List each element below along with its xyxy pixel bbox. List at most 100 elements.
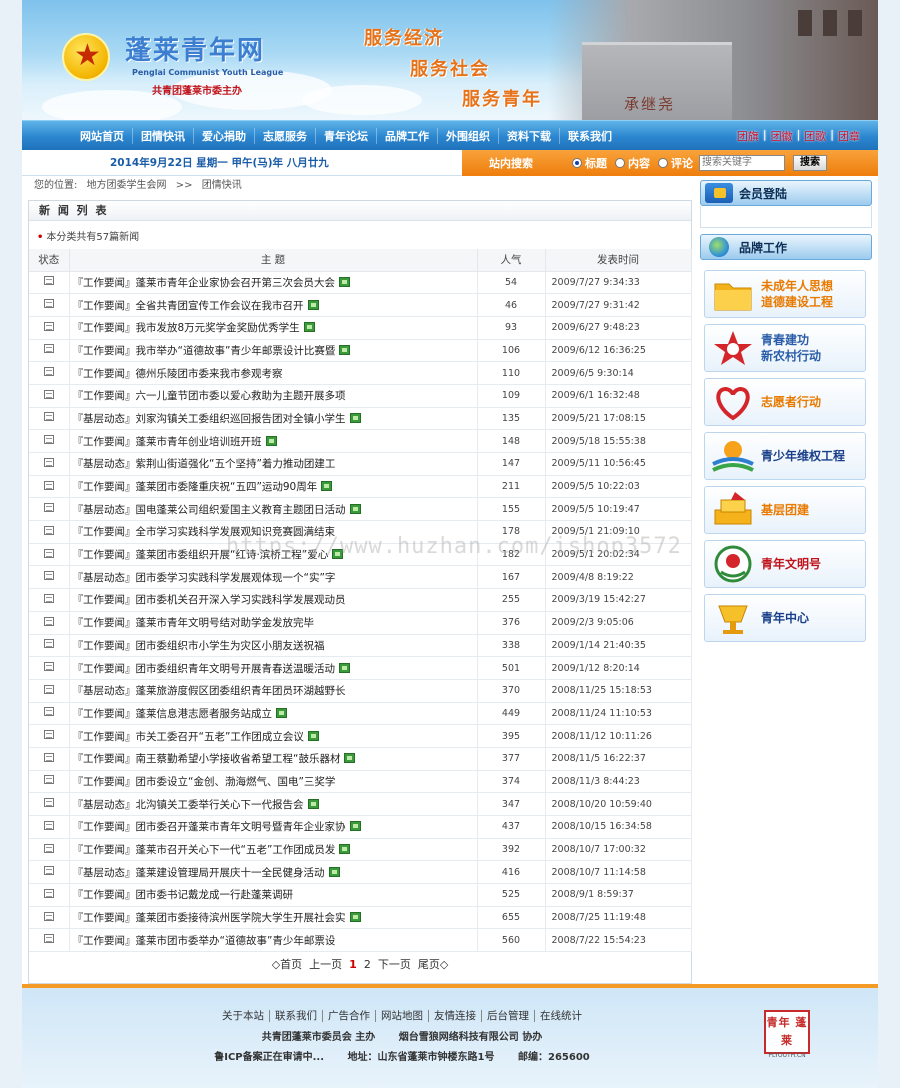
brand-item-2[interactable]: 志愿者行动: [704, 378, 866, 426]
nav-item-3[interactable]: 志愿服务: [255, 127, 316, 144]
news-title[interactable]: 我市发放8万元奖学金奖励优秀学生: [136, 322, 300, 334]
nav-item-2[interactable]: 爱心捐助: [194, 127, 255, 144]
title-cell[interactable]: 『基层动态』蓬莱旅游度假区团委组织青年团员环湖越野长: [69, 679, 478, 703]
search-radio-0[interactable]: 标题: [572, 155, 607, 171]
title-cell[interactable]: 『工作要闻』我市发放8万元奖学金奖励优秀学生: [69, 316, 478, 340]
title-cell[interactable]: 『工作要闻』蓬莱团市委接待滨州医学院大学生开展社会实: [69, 906, 478, 930]
news-link[interactable]: 『工作要闻』我市发放8万元奖学金奖励优秀学生: [70, 322, 300, 334]
brand-item-4[interactable]: 基层团建: [704, 486, 866, 534]
title-cell[interactable]: 『工作要闻』德州乐陵团市委来我市参观考察: [69, 361, 478, 385]
news-title[interactable]: 南王蔡勤希望小学接收省希望工程“鼓乐器材: [136, 753, 341, 765]
title-cell[interactable]: 『工作要闻』蓬莱市青年企业家协会召开第三次会员大会: [69, 271, 478, 295]
news-link[interactable]: 『工作要闻』我市举办“道德故事”青少年邮票设计比赛暨: [70, 345, 336, 357]
news-link[interactable]: 『工作要闻』蓬莱信息港志愿者服务站成立: [70, 708, 273, 720]
title-cell[interactable]: 『工作要闻』南王蔡勤希望小学接收省希望工程“鼓乐器材: [69, 747, 478, 771]
news-title[interactable]: 团市委设立“金创、渤海燃气、国电”三奖学: [136, 776, 336, 788]
news-link[interactable]: 『基层动态』刘家沟镇关工委组织巡回报告团对全镇小学生: [70, 413, 346, 425]
site-logo[interactable]: 蓬莱青年网: [125, 30, 265, 67]
footer-link-1[interactable]: 联系我们: [270, 1010, 323, 1022]
title-cell[interactable]: 『工作要闻』我市举办“道德故事”青少年邮票设计比赛暨: [69, 339, 478, 363]
title-cell[interactable]: 『基层动态』国电蓬莱公司组织爱国主义教育主题团日活动: [69, 497, 478, 522]
news-link[interactable]: 『工作要闻』团市委组织市小学生为灾区小朋友送祝福: [70, 640, 325, 652]
nav-item-7[interactable]: 资料下载: [499, 127, 560, 144]
news-link[interactable]: 『工作要闻』全省共青团宣传工作会议在我市召开: [70, 300, 304, 312]
news-title[interactable]: 全省共青团宣传工作会议在我市召开: [136, 300, 304, 312]
brand-item-0[interactable]: 未成年人思想 道德建设工程: [704, 270, 866, 318]
brand-item-5[interactable]: 青年文明号: [704, 540, 866, 588]
footer-link-6[interactable]: 在线统计: [535, 1010, 587, 1022]
footer-link-3[interactable]: 网站地图: [376, 1010, 429, 1022]
news-title[interactable]: 蓬莱团市委组织开展“红诗·滨桥工程”爱心: [136, 549, 329, 561]
title-cell[interactable]: 『工作要闻』团市委组织市小学生为灾区小朋友送祝福: [69, 634, 478, 658]
title-cell[interactable]: 『工作要闻』团市委召开蓬莱市青年文明号暨青年企业家协: [69, 815, 478, 839]
news-title[interactable]: 团市委组织市小学生为灾区小朋友送祝福: [136, 640, 325, 652]
nav-right-link-0[interactable]: 团旗: [733, 128, 763, 144]
news-title[interactable]: 我市举办“道德故事”青少年邮票设计比赛暨: [136, 345, 336, 357]
radio-dot[interactable]: [572, 157, 582, 168]
news-title[interactable]: 团市委召开蓬莱市青年文明号暨青年企业家协: [136, 821, 346, 833]
news-title[interactable]: 市关工委召开“五老”工作团成立会议: [136, 731, 304, 743]
nav-right-link-3[interactable]: 团章: [834, 128, 864, 144]
news-title[interactable]: 蓬莱旅游度假区团委组织青年团员环湖越野长: [136, 685, 346, 697]
title-cell[interactable]: 『基层动态』紫荆山街道强化“五个坚持”着力推动团建工: [69, 452, 478, 476]
news-link[interactable]: 『基层动态』国电蓬莱公司组织爱国主义教育主题团日活动: [70, 504, 346, 516]
news-link[interactable]: 『工作要闻』团市委召开蓬莱市青年文明号暨青年企业家协: [70, 821, 346, 833]
title-cell[interactable]: 『工作要闻』蓬莱市团市委举办“道德故事”青少年邮票设: [69, 928, 478, 953]
title-cell[interactable]: 『工作要闻』团市委书记戴龙成一行赴蓬莱调研: [69, 883, 478, 907]
breadcrumb-link-home[interactable]: 地方团委学生会网: [87, 180, 167, 191]
news-link[interactable]: 『工作要闻』蓬莱团市委组织开展“红诗·滨桥工程”爱心: [70, 549, 329, 561]
pager-first[interactable]: ◇首页: [272, 958, 302, 971]
title-cell[interactable]: 『工作要闻』蓬莱团市委隆重庆祝“五四”运动90周年: [69, 475, 478, 499]
footer-link-0[interactable]: 关于本站: [217, 1010, 270, 1022]
news-title[interactable]: 六一儿童节团市委以爱心救助为主题开展多项: [136, 390, 346, 402]
news-title[interactable]: 团市委组织青年文明号开展青春送温暖活动: [136, 663, 336, 675]
news-link[interactable]: 『工作要闻』蓬莱市青年企业家协会召开第三次会员大会: [70, 277, 336, 289]
title-cell[interactable]: 『工作要闻』团市委机关召开深入学习实践科学发展观动员: [69, 588, 478, 612]
news-title[interactable]: 团市委机关召开深入学习实践科学发展观动员: [136, 594, 346, 606]
news-link[interactable]: 『工作要闻』六一儿童节团市委以爱心救助为主题开展多项: [70, 390, 346, 402]
news-title[interactable]: 蓬莱团市委隆重庆祝“五四”运动90周年: [136, 481, 318, 493]
news-title[interactable]: 蓬莱团市委接待滨州医学院大学生开展社会实: [136, 912, 346, 924]
news-title[interactable]: 蓬莱市召开关心下一代“五老”工作团成员发: [136, 844, 336, 856]
news-link[interactable]: 『基层动态』紫荆山街道强化“五个坚持”着力推动团建工: [70, 458, 336, 470]
news-link[interactable]: 『工作要闻』蓬莱市召开关心下一代“五老”工作团成员发: [70, 844, 336, 856]
search-radio-2[interactable]: 评论: [658, 155, 693, 171]
brand-item-3[interactable]: 青少年维权工程: [704, 432, 866, 480]
news-link[interactable]: 『基层动态』北沟镇关工委举行关心下一代报告会: [70, 799, 304, 811]
title-cell[interactable]: 『工作要闻』蓬莱市青年创业培训班开班: [69, 429, 478, 453]
news-title[interactable]: 团市委书记戴龙成一行赴蓬莱调研: [136, 889, 294, 901]
news-link[interactable]: 『工作要闻』团市委书记戴龙成一行赴蓬莱调研: [70, 889, 294, 901]
news-title[interactable]: 全市学习实践科学发展观知识竞赛圆满结束: [136, 526, 336, 538]
title-cell[interactable]: 『工作要闻』市关工委召开“五老”工作团成立会议: [69, 724, 478, 748]
pager-prev[interactable]: 上一页: [309, 958, 342, 971]
news-title[interactable]: 蓬莱信息港志愿者服务站成立: [136, 708, 273, 720]
breadcrumb-link-current[interactable]: 团情快讯: [202, 180, 242, 191]
news-link[interactable]: 『工作要闻』团市委组织青年文明号开展青春送温暖活动: [70, 663, 336, 675]
search-radio-1[interactable]: 内容: [615, 155, 650, 171]
news-link[interactable]: 『工作要闻』蓬莱市团市委举办“道德故事”青少年邮票设: [70, 935, 336, 947]
nav-item-0[interactable]: 网站首页: [72, 127, 133, 144]
title-cell[interactable]: 『工作要闻』团市委组织青年文明号开展青春送温暖活动: [69, 656, 478, 680]
news-link[interactable]: 『基层动态』蓬莱旅游度假区团委组织青年团员环湖越野长: [70, 685, 346, 697]
news-title[interactable]: 紫荆山街道强化“五个坚持”着力推动团建工: [136, 458, 336, 470]
radio-dot[interactable]: [615, 157, 625, 168]
news-link[interactable]: 『工作要闻』蓬莱市青年文明号结对助学金发放完毕: [70, 617, 315, 629]
footer-link-5[interactable]: 后台管理: [482, 1010, 535, 1022]
news-title[interactable]: 蓬莱市团市委举办“道德故事”青少年邮票设: [136, 935, 336, 947]
title-cell[interactable]: 『工作要闻』团市委设立“金创、渤海燃气、国电”三奖学: [69, 770, 478, 794]
title-cell[interactable]: 『工作要闻』蓬莱市召开关心下一代“五老”工作团成员发: [69, 838, 478, 862]
search-input[interactable]: [699, 154, 785, 171]
footer-link-2[interactable]: 广告合作: [323, 1010, 376, 1022]
title-cell[interactable]: 『基层动态』刘家沟镇关工委组织巡回报告团对全镇小学生: [69, 407, 478, 431]
news-title[interactable]: 蓬莱市青年创业培训班开班: [136, 436, 262, 448]
news-title[interactable]: 蓬莱建设管理局开展庆十一全民健身活动: [136, 867, 325, 879]
pager-page-1[interactable]: 1: [349, 958, 357, 971]
news-link[interactable]: 『工作要闻』蓬莱团市委隆重庆祝“五四”运动90周年: [70, 481, 318, 493]
title-cell[interactable]: 『基层动态』团市委学习实践科学发展观体现一个“实”字: [69, 565, 478, 590]
news-title[interactable]: 团市委学习实践科学发展观体现一个“实”字: [136, 572, 336, 584]
news-title[interactable]: 蓬莱市青年文明号结对助学金发放完毕: [136, 617, 315, 629]
nav-item-6[interactable]: 外围组织: [438, 127, 499, 144]
news-title[interactable]: 刘家沟镇关工委组织巡回报告团对全镇小学生: [136, 413, 346, 425]
nav-item-5[interactable]: 品牌工作: [377, 127, 438, 144]
title-cell[interactable]: 『工作要闻』蓬莱信息港志愿者服务站成立: [69, 702, 478, 726]
